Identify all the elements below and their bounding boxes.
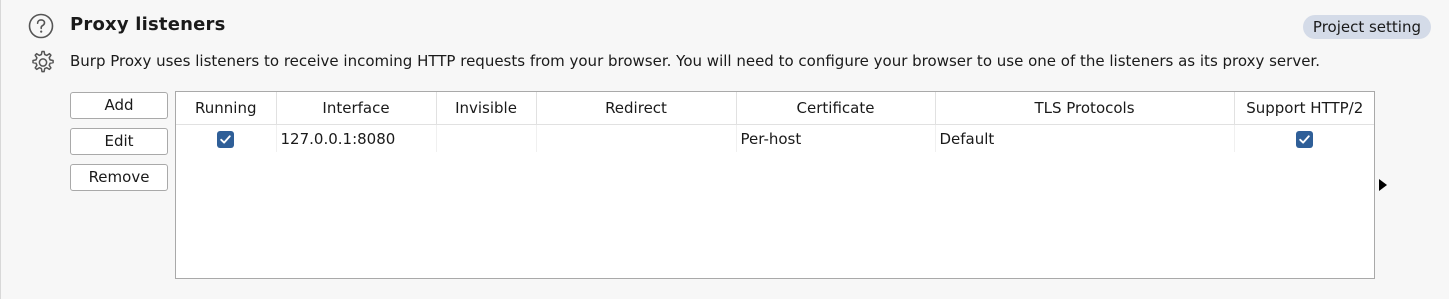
certificate-cell: Per-host <box>736 124 936 152</box>
invisible-cell <box>436 124 537 152</box>
section-description: Burp Proxy uses listeners to receive inc… <box>70 52 1320 70</box>
table-header-row: Running Interface Invisible Redirect Cer… <box>176 92 1374 125</box>
edit-button[interactable]: Edit <box>70 128 168 155</box>
interface-cell: 127.0.0.1:8080 <box>276 124 437 152</box>
tls-protocols-cell: Default <box>935 124 1235 152</box>
help-circle-icon[interactable] <box>28 13 54 39</box>
column-header-invisible[interactable]: Invisible <box>436 92 537 125</box>
running-cell <box>176 124 277 152</box>
gear-icon[interactable] <box>27 48 57 78</box>
column-header-certificate[interactable]: Certificate <box>736 92 936 125</box>
column-header-redirect[interactable]: Redirect <box>536 92 737 125</box>
check-icon <box>1299 134 1310 144</box>
section-title: Proxy listeners <box>70 14 226 35</box>
column-header-interface[interactable]: Interface <box>276 92 437 125</box>
expand-arrow-icon[interactable] <box>1378 178 1388 192</box>
remove-button[interactable]: Remove <box>70 164 168 191</box>
listeners-table: Running Interface Invisible Redirect Cer… <box>175 91 1375 279</box>
column-header-running[interactable]: Running <box>176 92 277 125</box>
running-checkbox[interactable] <box>217 130 235 148</box>
support-http2-cell <box>1234 125 1374 153</box>
add-button[interactable]: Add <box>70 92 168 119</box>
table-row[interactable]: 127.0.0.1:8080 Per-host Default <box>176 124 1374 153</box>
column-header-tls-protocols[interactable]: TLS Protocols <box>935 92 1235 125</box>
check-icon <box>220 134 231 144</box>
column-header-support-http2[interactable]: Support HTTP/2 <box>1234 92 1374 125</box>
proxy-listeners-panel: Proxy listeners Project setting Burp Pro… <box>0 0 1449 299</box>
project-setting-badge: Project setting <box>1302 15 1431 39</box>
redirect-cell <box>536 124 737 152</box>
support-http2-checkbox[interactable] <box>1296 130 1314 148</box>
